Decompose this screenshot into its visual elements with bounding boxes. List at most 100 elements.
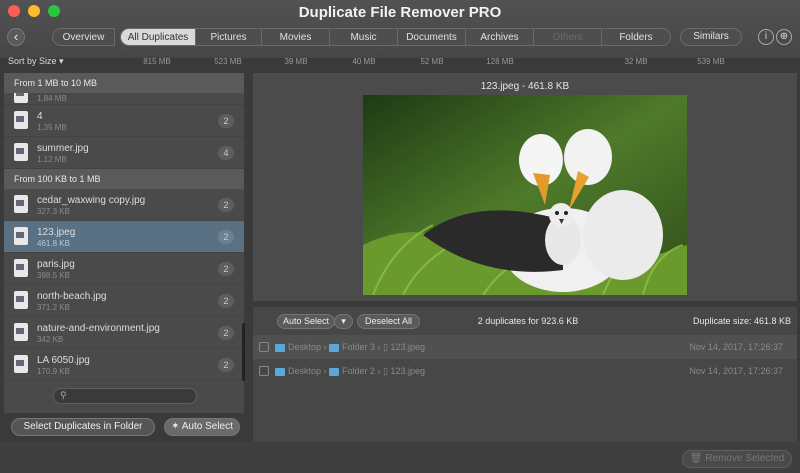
remove-selected-button[interactable]: 🗑 Remove Selected <box>682 450 792 468</box>
tab-others: Others <box>534 28 602 46</box>
duplicate-count-badge: 2 <box>218 114 234 128</box>
preview-panel: 123.jpeg - 461.8 KB <box>253 73 797 301</box>
magic-wand-icon: ✶ <box>171 421 180 432</box>
duplicate-count-badge: 4 <box>218 146 234 160</box>
list-item-selected[interactable]: 123.jpeg 461.8 KB 2 <box>4 221 244 253</box>
sort-by-label: Sort by Size <box>8 56 57 66</box>
duplicates-panel: Auto Select ▾ Deselect All 2 duplicates … <box>253 307 797 442</box>
duplicate-count-badge: 2 <box>218 326 234 340</box>
list-item[interactable]: cedar_waxwing copy.jpg 327.3 KB 2 <box>4 189 244 221</box>
select-duplicates-in-folder-button[interactable]: Select Duplicates in Folder <box>11 418 155 436</box>
file-icon <box>14 195 28 213</box>
duplicate-count-badge: 2 <box>218 230 234 244</box>
file-icon <box>14 111 28 129</box>
window-title: Duplicate File Remover PRO <box>298 4 502 21</box>
remove-selected-label: Remove Selected <box>705 453 785 464</box>
file-size: 461.8 KB <box>37 239 70 248</box>
auto-select-button[interactable]: ✶ Auto Select <box>164 418 240 436</box>
file-size: 398.5 KB <box>37 271 70 280</box>
titlebar: Duplicate File Remover PRO ‹ Overview Al… <box>0 0 800 58</box>
file-name: 123.jpeg <box>37 227 76 238</box>
size-pictures: 523 MB <box>214 57 242 66</box>
file-name: 4 <box>37 111 43 122</box>
search-input[interactable]: ⚲ <box>53 388 197 404</box>
path-segment[interactable]: Desktop <box>288 342 321 352</box>
path-segment[interactable]: 123.jpeg <box>391 342 426 352</box>
tab-archives[interactable]: Archives <box>466 28 534 46</box>
file-size: 342 KB <box>37 335 64 344</box>
file-size: 327.3 KB <box>37 207 70 216</box>
size-similars: 539 MB <box>697 57 725 66</box>
size-music: 40 MB <box>352 57 376 66</box>
info-icon[interactable]: i <box>758 29 774 45</box>
modified-date: Nov 14, 2017, 17:26:37 <box>689 342 783 352</box>
tab-folders[interactable]: Folders <box>602 28 671 46</box>
sort-by-dropdown[interactable]: Sort by Size ▾ <box>8 56 64 67</box>
app-window: Duplicate File Remover PRO ‹ Overview Al… <box>0 0 800 473</box>
file-list-panel: From 1 MB to 10 MB 1.84 MB 4 1.35 MB 2 s… <box>4 73 244 413</box>
file-size: 1.35 MB <box>37 123 67 132</box>
list-item[interactable]: summer.jpg 1.12 MB 4 <box>4 137 244 169</box>
size-archives: 128 MB <box>486 57 514 66</box>
modified-date: Nov 14, 2017, 17:26:37 <box>689 366 783 376</box>
row-checkbox[interactable] <box>259 366 269 376</box>
file-name: north-beach.jpg <box>37 291 107 302</box>
bottom-bar: 🗑 Remove Selected <box>0 442 800 473</box>
file-name: LA 6050.jpg <box>37 355 90 366</box>
file-name: paris.jpg <box>37 259 75 270</box>
file-icon <box>14 323 28 341</box>
folder-icon <box>275 343 285 352</box>
file-name: summer.jpg <box>37 143 89 154</box>
chevron-down-icon[interactable]: ▾ <box>334 314 353 329</box>
category-tabs: Overview All Duplicates Pictures Movies … <box>52 28 671 46</box>
tab-pictures[interactable]: Pictures <box>196 28 262 46</box>
folder-icon <box>275 367 285 376</box>
table-row[interactable]: Desktop › Folder 2 › ▯ 123.jpeg Nov 14, … <box>253 359 797 383</box>
file-size: 1.12 MB <box>37 155 67 164</box>
back-button[interactable]: ‹ <box>7 28 25 46</box>
path-segment[interactable]: Folder 2 <box>342 366 375 376</box>
tab-all-duplicates[interactable]: All Duplicates <box>120 28 196 46</box>
list-item[interactable]: 1.84 MB <box>4 93 244 105</box>
deselect-all-button[interactable]: Deselect All <box>357 314 420 329</box>
duplicate-count-badge: 2 <box>218 262 234 276</box>
tab-documents[interactable]: Documents <box>398 28 466 46</box>
list-item[interactable]: nature-and-environment.jpg 342 KB 2 <box>4 317 244 349</box>
list-item[interactable]: 4 1.35 MB 2 <box>4 105 244 137</box>
tab-similars[interactable]: Similars <box>680 28 742 46</box>
size-documents: 52 MB <box>420 57 444 66</box>
row-checkbox[interactable] <box>259 342 269 352</box>
list-item[interactable]: north-beach.jpg 371.2 KB 2 <box>4 285 244 317</box>
tab-music[interactable]: Music <box>330 28 398 46</box>
path-breadcrumb: Desktop › Folder 2 › ▯ 123.jpeg <box>275 366 425 377</box>
file-icon <box>14 143 28 161</box>
path-breadcrumb: Desktop › Folder 3 › ▯ 123.jpeg <box>275 342 425 353</box>
file-icon <box>14 227 28 245</box>
auto-select-dropdown-button[interactable]: Auto Select <box>277 314 335 329</box>
size-folders: 32 MB <box>624 57 648 66</box>
duplicates-summary: 2 duplicates for 923.6 KB <box>477 316 579 326</box>
file-icon: ▯ <box>383 366 389 376</box>
file-icon: ▯ <box>383 342 389 352</box>
group-header: From 1 MB to 10 MB <box>4 73 244 93</box>
folder-icon <box>329 343 340 352</box>
path-segment[interactable]: Desktop <box>288 366 321 376</box>
size-all-duplicates: 815 MB <box>143 57 171 66</box>
auto-select-label: Auto Select <box>181 421 233 432</box>
duplicate-count-badge: 2 <box>218 294 234 308</box>
trash-icon: 🗑 <box>689 453 703 464</box>
file-name: nature-and-environment.jpg <box>37 323 160 334</box>
path-segment[interactable]: 123.jpeg <box>391 366 426 376</box>
tab-overview[interactable]: Overview <box>52 28 115 46</box>
table-row[interactable]: Desktop › Folder 3 › ▯ 123.jpeg Nov 14, … <box>253 335 797 359</box>
path-segment[interactable]: Folder 3 <box>342 342 375 352</box>
list-item[interactable]: LA 6050.jpg 170.9 KB 2 <box>4 349 244 381</box>
list-item[interactable]: paris.jpg 398.5 KB 2 <box>4 253 244 285</box>
scrollbar[interactable] <box>242 323 245 381</box>
file-size: 1.84 MB <box>37 94 67 103</box>
share-icon[interactable]: ⊕ <box>776 29 792 45</box>
file-icon <box>14 93 28 103</box>
file-size: 170.9 KB <box>37 367 70 376</box>
file-icon <box>14 355 28 373</box>
tab-movies[interactable]: Movies <box>262 28 330 46</box>
